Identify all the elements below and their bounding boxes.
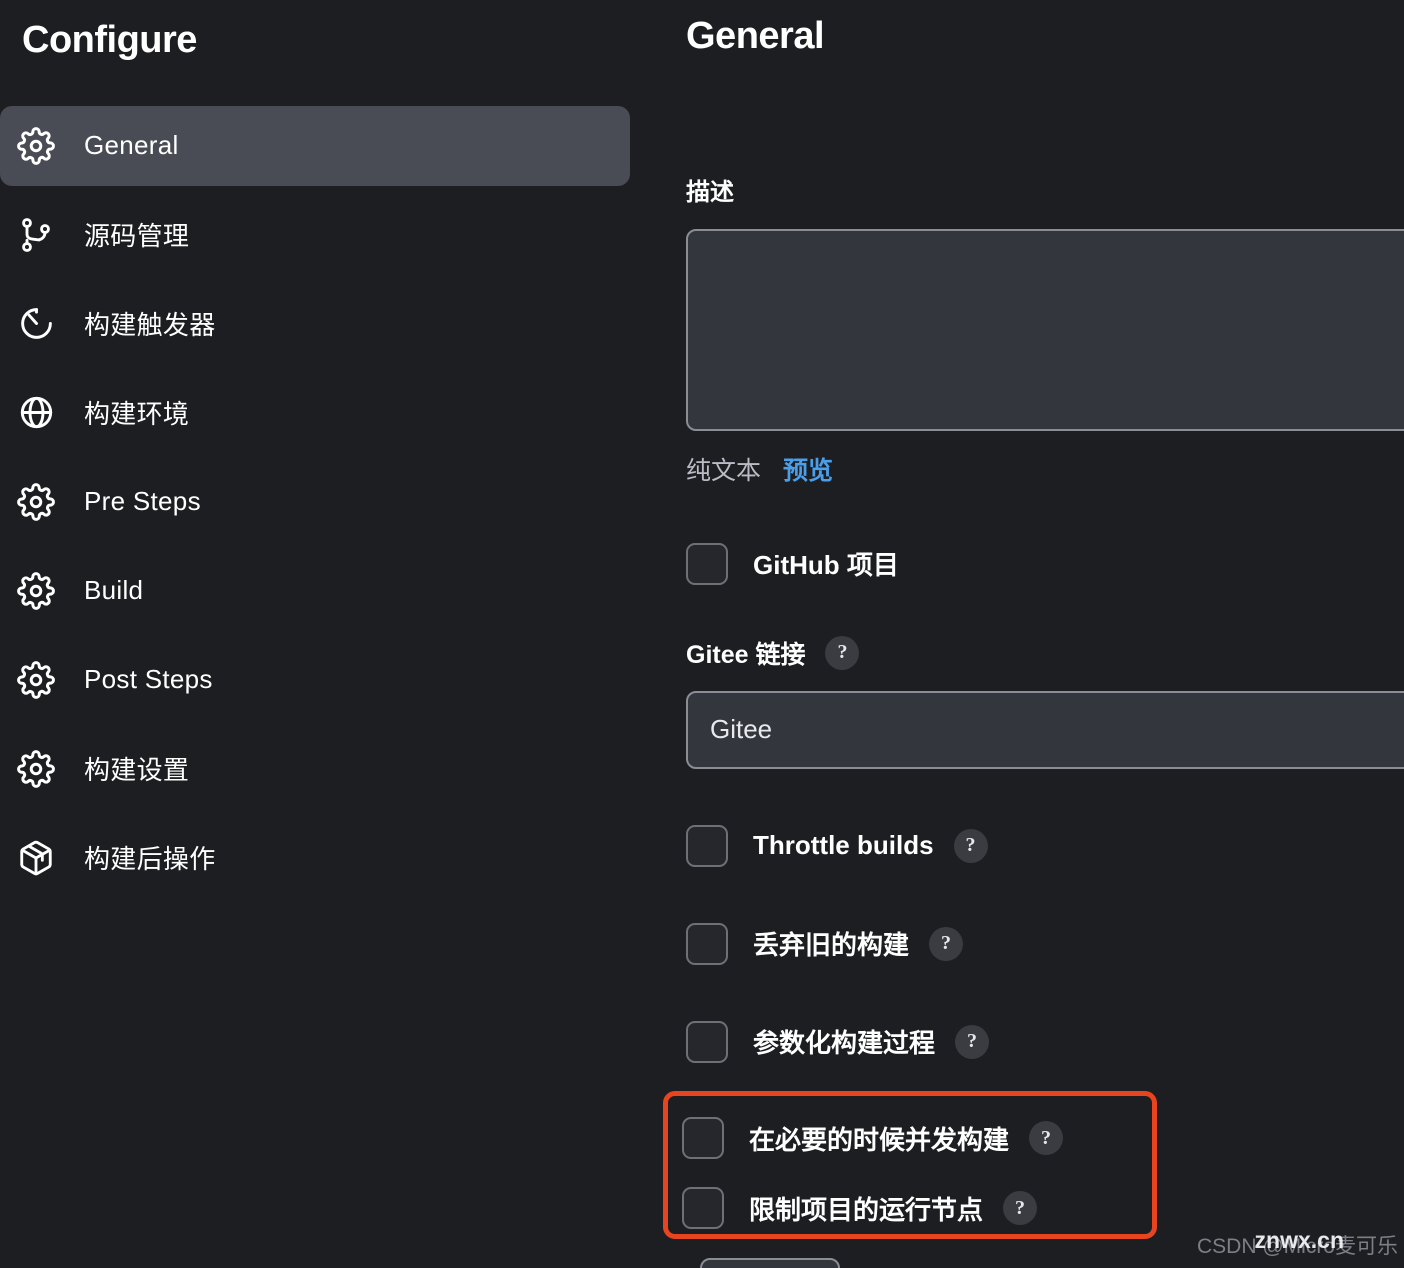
highlighted-options-group: 在必要的时候并发构建 ? 限制项目的运行节点 ? xyxy=(682,1103,1162,1243)
help-icon[interactable]: ? xyxy=(1029,1121,1064,1155)
next-field-partial[interactable] xyxy=(700,1258,840,1268)
sidebar-item-label: 构建环境 xyxy=(84,399,190,430)
help-icon[interactable]: ? xyxy=(955,1024,990,1059)
sidebar-item-label: Pre Steps xyxy=(84,486,201,517)
concurrent-builds-checkbox[interactable] xyxy=(682,1117,724,1159)
configure-sidebar: Configure General 源码管理 构建触发器 构建环境 Pre St… xyxy=(0,0,660,1268)
github-project-row[interactable]: GitHub 项目 xyxy=(686,542,1404,585)
sidebar-item-label: 构建设置 xyxy=(84,755,190,786)
sidebar-item-build-environment[interactable]: 构建环境 xyxy=(0,373,630,453)
github-project-label: GitHub 项目 xyxy=(753,550,899,581)
throttle-builds-checkbox[interactable] xyxy=(686,824,728,867)
discard-old-builds-row[interactable]: 丢弃旧的构建 ? xyxy=(686,922,1404,965)
parameterized-build-label: 参数化构建过程 xyxy=(753,1028,936,1059)
description-textarea[interactable] xyxy=(686,228,1404,431)
sidebar-item-source-control[interactable]: 源码管理 xyxy=(0,195,630,275)
discard-old-builds-checkbox[interactable] xyxy=(686,922,728,965)
sidebar-item-label: Post Steps xyxy=(84,664,213,695)
sidebar-item-label: 构建触发器 xyxy=(84,310,216,341)
github-project-checkbox[interactable] xyxy=(686,542,728,585)
restrict-node-row[interactable]: 限制项目的运行节点 ? xyxy=(682,1173,1162,1243)
gear-icon xyxy=(10,749,62,788)
gitee-link-label-row: Gitee 链接 ? xyxy=(686,635,1404,671)
gear-icon xyxy=(10,126,62,165)
git-branch-icon xyxy=(10,217,62,253)
plain-text-mode[interactable]: 纯文本 xyxy=(686,451,761,487)
sidebar-item-label: 源码管理 xyxy=(84,221,190,252)
gitee-link-label: Gitee 链接 xyxy=(686,640,806,669)
help-icon[interactable]: ? xyxy=(929,926,964,961)
configure-page: Configure General 源码管理 构建触发器 构建环境 Pre St… xyxy=(0,0,1404,1268)
sidebar-item-post-build-actions[interactable]: 构建后操作 xyxy=(0,818,630,898)
help-icon[interactable]: ? xyxy=(953,828,988,863)
concurrent-builds-row[interactable]: 在必要的时候并发构建 ? xyxy=(682,1103,1162,1173)
sidebar-item-build-triggers[interactable]: 构建触发器 xyxy=(0,284,630,364)
description-label: 描述 xyxy=(686,178,734,206)
throttle-builds-label: Throttle builds xyxy=(753,830,934,861)
sidebar-title: Configure xyxy=(22,19,197,61)
help-icon[interactable]: ? xyxy=(825,635,860,670)
sidebar-item-general[interactable]: General xyxy=(0,105,630,186)
gear-icon xyxy=(10,482,62,521)
parameterized-build-row[interactable]: 参数化构建过程 ? xyxy=(686,1020,1404,1063)
sidebar-item-build[interactable]: Build xyxy=(0,551,630,631)
sidebar-item-label: Build xyxy=(84,575,144,606)
configure-nav: General 源码管理 构建触发器 构建环境 Pre Steps Build … xyxy=(0,105,660,898)
preview-mode-link[interactable]: 预览 xyxy=(783,451,833,487)
gitee-link-input[interactable]: Gitee xyxy=(686,690,1404,769)
clock-icon xyxy=(10,305,62,342)
site-watermark: znwx.cn xyxy=(1254,1227,1344,1253)
sidebar-item-post-steps[interactable]: Post Steps xyxy=(0,640,630,720)
restrict-node-checkbox[interactable] xyxy=(682,1187,724,1229)
sidebar-item-label: General xyxy=(84,130,179,161)
page-title: General xyxy=(686,15,825,57)
sidebar-item-pre-steps[interactable]: Pre Steps xyxy=(0,462,630,542)
globe-icon xyxy=(10,394,62,431)
general-panel: General 描述 纯文本 预览 GitHub 项目 Gitee 链接 ? G… xyxy=(660,0,1404,1268)
editor-mode-switch: 纯文本 预览 xyxy=(686,451,1404,487)
throttle-builds-row[interactable]: Throttle builds ? xyxy=(686,824,1404,867)
discard-old-builds-label: 丢弃旧的构建 xyxy=(753,930,910,961)
gear-icon xyxy=(10,571,62,610)
sidebar-item-label: 构建后操作 xyxy=(84,844,216,875)
gear-icon xyxy=(10,660,62,699)
concurrent-builds-label: 在必要的时候并发构建 xyxy=(749,1124,1010,1155)
package-icon xyxy=(10,839,62,877)
restrict-node-label: 限制项目的运行节点 xyxy=(749,1194,984,1225)
sidebar-item-build-settings[interactable]: 构建设置 xyxy=(0,729,630,809)
help-icon[interactable]: ? xyxy=(1003,1191,1038,1225)
parameterized-build-checkbox[interactable] xyxy=(686,1020,728,1063)
